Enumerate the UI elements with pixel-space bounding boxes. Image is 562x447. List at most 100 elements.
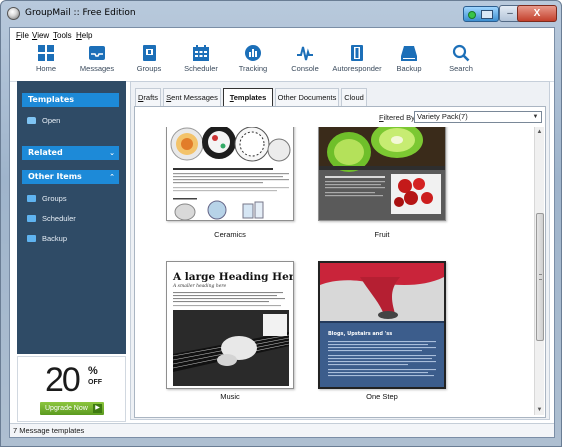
- sidebar-related-header[interactable]: Related ⌄: [22, 146, 119, 160]
- menu-tools[interactable]: Tools: [53, 31, 72, 40]
- toolbar-backup-button[interactable]: Backup: [381, 44, 437, 80]
- tray-status-icons[interactable]: [463, 6, 499, 22]
- template-caption: One Step: [366, 392, 398, 401]
- tab-other-documents-label: Other Documents: [277, 93, 337, 102]
- app-logo-icon[interactable]: [7, 7, 20, 20]
- sidebar-other-items-label: Other Items: [28, 172, 82, 181]
- calendar-icon: [193, 45, 209, 61]
- toolbar-backup-label: Backup: [396, 64, 422, 73]
- sidebar-item-groups[interactable]: Groups: [27, 193, 67, 205]
- status-bar: 7 Message templates: [10, 423, 554, 437]
- chevron-up-icon[interactable]: ⌃: [109, 170, 115, 184]
- template-caption: Music: [220, 392, 240, 401]
- sidebar-item-open[interactable]: Open: [27, 115, 60, 127]
- template-caption: Ceramics: [214, 230, 246, 239]
- gallery-scrollbar[interactable]: ▲ ▼: [534, 127, 544, 415]
- toolbar-tracking-button[interactable]: Tracking: [225, 44, 281, 80]
- sidebar-item-scheduler[interactable]: Scheduler: [27, 213, 76, 225]
- scrollbar-thumb[interactable]: [536, 213, 544, 341]
- status-text: 7 Message templates: [13, 426, 85, 435]
- dropdown-arrow-icon[interactable]: ▼: [531, 113, 540, 121]
- toolbar-console-button[interactable]: Console: [277, 44, 333, 80]
- toolbar-autoresponder-label: Autoresponder: [332, 64, 382, 73]
- menu-help-label: elp: [81, 31, 93, 40]
- one-step-thumbnail[interactable]: Blogs, Upstairs and 'ss: [318, 261, 446, 389]
- menu-view-label: iew: [37, 31, 50, 40]
- tab-templates[interactable]: Templates: [223, 88, 273, 106]
- toolbar-autoresponder-button[interactable]: Autoresponder: [329, 44, 385, 80]
- groups-book-icon: [143, 45, 156, 61]
- toolbar-scheduler-button[interactable]: Scheduler: [173, 44, 229, 80]
- scrollbar-grip-icon: [539, 274, 542, 280]
- fruit-preview-image: [319, 127, 445, 220]
- upgrade-now-button[interactable]: Upgrade Now ▶: [40, 402, 104, 415]
- window-title: GroupMail :: Free Edition: [25, 8, 136, 18]
- music-preview-image: A large Heading Here A smaller heading h…: [167, 262, 294, 388]
- sidebar-item-backup[interactable]: Backup: [27, 233, 67, 245]
- template-gallery: Ceramics Fruit A large Heading Here A sm…: [139, 127, 533, 415]
- toolbar-home-label: Home: [35, 64, 56, 73]
- toolbar-search-button[interactable]: Search: [433, 44, 489, 80]
- menu-view[interactable]: View: [32, 31, 49, 40]
- scroll-down-arrow-icon[interactable]: ▼: [535, 405, 544, 415]
- title-bar[interactable]: GroupMail :: Free Edition – X: [1, 1, 561, 27]
- backup-drive-icon: [401, 46, 417, 61]
- promo-off-label: OFF: [88, 379, 102, 386]
- toolbar-tracking-label: Tracking: [238, 64, 268, 73]
- sidebar-templates-label: Templates: [28, 95, 75, 104]
- screen-icon: [481, 10, 493, 19]
- tracking-pie-icon: [245, 45, 261, 61]
- backup-icon: [27, 235, 36, 242]
- toolbar-groups-button[interactable]: Groups: [121, 44, 177, 80]
- autoresponder-icon: [351, 45, 363, 61]
- sidebar-backup-label: Backup: [42, 234, 68, 243]
- folder-open-icon: [27, 117, 36, 124]
- groups-icon: [27, 195, 36, 202]
- filter-selected-value: Variety Pack(7): [417, 112, 468, 121]
- tab-drafts-label: rafts: [143, 93, 158, 102]
- promo-discount-number: 20: [45, 361, 81, 399]
- play-arrow-icon: ▶: [93, 404, 102, 413]
- main-panel: Drafts Sent Messages Templates Other Doc…: [130, 81, 550, 420]
- menu-bar: File View Tools Help: [10, 28, 554, 42]
- online-status-icon: [468, 11, 476, 19]
- tab-drafts[interactable]: Drafts: [135, 88, 161, 106]
- tab-sent-messages[interactable]: Sent Messages: [163, 88, 221, 106]
- filter-label: Filtered By:: [379, 113, 417, 122]
- music-thumb-heading: A large Heading Here: [172, 271, 294, 283]
- console-pulse-icon: [297, 46, 313, 61]
- tab-templates-label: emplates: [233, 93, 267, 102]
- menu-help[interactable]: Help: [76, 31, 92, 40]
- tab-cloud[interactable]: Cloud: [341, 88, 367, 106]
- toolbar-messages-button[interactable]: Messages: [69, 44, 125, 80]
- fruit-thumbnail[interactable]: [318, 127, 446, 221]
- scheduler-icon: [27, 215, 36, 222]
- one-step-thumb-heading: Blogs, Upstairs and 'ss: [328, 331, 392, 337]
- chevron-down-icon[interactable]: ⌄: [109, 146, 115, 160]
- close-button[interactable]: X: [517, 5, 557, 22]
- inbox-tray-icon: [89, 46, 105, 60]
- filter-label-text: iltered By:: [383, 113, 417, 122]
- ceramics-thumbnail[interactable]: [166, 127, 294, 221]
- sidebar-other-items-header[interactable]: Other Items ⌃: [22, 170, 119, 184]
- home-grid-icon: [38, 45, 54, 61]
- menu-file[interactable]: File: [16, 31, 29, 40]
- menu-file-label: ile: [20, 31, 29, 40]
- scroll-up-arrow-icon[interactable]: ▲: [535, 127, 544, 137]
- toolbar-console-label: Console: [291, 64, 319, 73]
- upgrade-promo: 20 % OFF Upgrade Now ▶: [17, 356, 126, 422]
- toolbar-messages-label: Messages: [79, 64, 115, 73]
- templates-tab-body: Filtered By: Variety Pack(7) ▼ Ceramics …: [134, 106, 546, 418]
- upgrade-now-label: Upgrade Now: [45, 405, 88, 412]
- filter-dropdown[interactable]: Variety Pack(7) ▼: [414, 111, 542, 123]
- app-window: GroupMail :: Free Edition – X File View …: [0, 0, 562, 447]
- menu-tools-label: ools: [57, 31, 72, 40]
- sidebar-open-label: Open: [42, 116, 61, 125]
- music-thumbnail[interactable]: A large Heading Here A smaller heading h…: [166, 261, 294, 389]
- ceramics-preview-image: [167, 127, 293, 220]
- sidebar-templates-header[interactable]: Templates: [22, 93, 119, 107]
- sidebar-scheduler-label: Scheduler: [42, 214, 76, 223]
- toolbar-home-button[interactable]: Home: [18, 44, 74, 80]
- tab-other-documents[interactable]: Other Documents: [275, 88, 339, 106]
- tab-cloud-label: Cloud: [344, 93, 364, 102]
